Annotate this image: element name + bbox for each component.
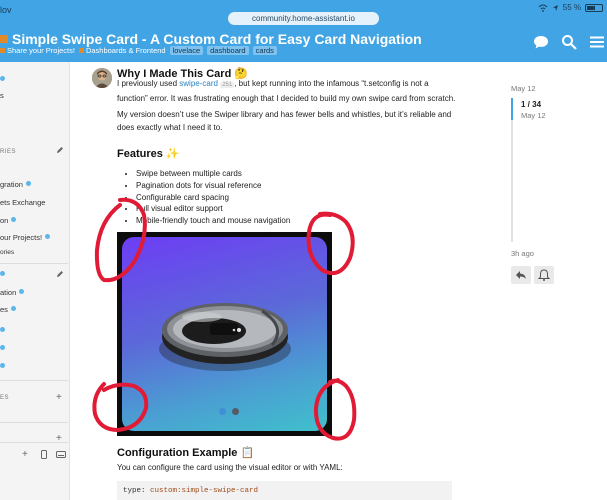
battery-icon	[585, 3, 603, 12]
author-avatar[interactable]	[92, 68, 112, 88]
timeline-handle[interactable]	[511, 98, 513, 120]
location-icon	[552, 4, 558, 11]
sidebar-tag-item[interactable]: es	[0, 305, 16, 314]
hamburger-menu-icon[interactable]	[589, 34, 605, 50]
yaml-code-block[interactable]: type: custom:simple-swipe-card	[117, 481, 452, 500]
breadcrumb: Share your Projects! Dashboards & Fronte…	[0, 46, 277, 55]
list-item: Configurable card spacing	[136, 192, 290, 204]
sidebar-tag-dot[interactable]	[0, 344, 5, 353]
tag-lovelace[interactable]: lovelace	[169, 46, 204, 55]
sidebar-tag-dot[interactable]	[0, 362, 5, 371]
sidebar-category-item[interactable]: our Projects!	[0, 233, 51, 242]
topic-title[interactable]: Simple Swipe Card - A Custom Card for Ea…	[0, 31, 422, 47]
add-messages-icon[interactable]: +	[56, 392, 62, 403]
battery-percent: 55 %	[562, 3, 581, 12]
tag-dashboard[interactable]: dashboard	[207, 46, 249, 55]
sidebar-add-icon[interactable]: +	[22, 449, 28, 460]
edit-tags-icon[interactable]	[56, 270, 64, 280]
chat-icon[interactable]	[533, 34, 549, 50]
pagination-dot-active[interactable]	[219, 408, 226, 415]
address-bar[interactable]: community.home-assistant.io	[228, 12, 379, 25]
keyboard-icon[interactable]	[56, 451, 66, 460]
configuration-text: You can configure the card using the vis…	[117, 463, 343, 472]
reply-icon	[516, 271, 526, 279]
status-indicators: 55 %	[538, 3, 603, 12]
sidebar-categories-heading[interactable]: RIES	[0, 149, 16, 155]
post-image[interactable]	[117, 232, 332, 436]
features-list: Swipe between multiple cards Pagination …	[128, 168, 290, 227]
timeline-start-date[interactable]: May 12	[511, 84, 536, 93]
sidebar-messages-heading[interactable]: ES	[0, 395, 9, 401]
list-item: Mobile-friendly touch and mouse navigati…	[136, 215, 290, 227]
breadcrumb-category[interactable]: Share your Projects!	[0, 46, 75, 55]
sidebar-category-item[interactable]: ories	[0, 249, 14, 256]
sidebar-divider	[0, 422, 68, 423]
breadcrumb-subcategory[interactable]: Dashboards & Frontend	[78, 46, 166, 55]
timeline-end-label[interactable]: 3h ago	[511, 249, 534, 258]
sidebar-category-item[interactable]: on	[0, 216, 17, 225]
sidebar-category-item[interactable]: gration	[0, 180, 31, 189]
top-bar: lov community.home-assistant.io 55 % Sim…	[0, 0, 607, 62]
sidebar: s RIES gration ets Exchange on our Proje…	[0, 62, 70, 500]
sidebar-divider	[0, 263, 68, 264]
robot-vacuum-image	[159, 303, 291, 371]
header-icons	[533, 34, 605, 50]
reply-button[interactable]	[511, 266, 531, 284]
mobile-device-icon[interactable]	[41, 450, 47, 461]
configuration-heading: Configuration Example 📋	[117, 447, 255, 459]
sidebar-divider	[0, 442, 68, 443]
tag-cards[interactable]: cards	[252, 46, 277, 55]
topic-title-text[interactable]: Simple Swipe Card - A Custom Card for Ea…	[12, 31, 422, 47]
list-item: Pagination dots for visual reference	[136, 180, 290, 192]
sidebar-tag-dot[interactable]	[0, 270, 5, 279]
post-paragraph-1: I previously used swipe-card 251, but ke…	[117, 79, 456, 103]
sidebar-tag-item[interactable]: ation	[0, 288, 25, 297]
timeline-position: 1 / 34	[521, 100, 542, 109]
features-heading: Features ✨	[117, 148, 180, 160]
notification-bell-button[interactable]	[534, 266, 554, 284]
sidebar-category-item[interactable]: ets Exchange	[0, 198, 45, 207]
list-item: Swipe between multiple cards	[136, 168, 290, 180]
bell-icon	[537, 269, 551, 281]
post-paragraph-2: My version doesn’t use the Swiper librar…	[117, 110, 452, 132]
sidebar-divider	[0, 380, 68, 381]
sidebar-top-item[interactable]: s	[0, 91, 4, 100]
edit-categories-icon[interactable]	[56, 146, 64, 156]
wifi-icon	[538, 4, 548, 12]
swipe-card-link[interactable]: swipe-card	[179, 79, 218, 88]
swipe-card-preview	[122, 237, 327, 431]
list-item: Full visual editor support	[136, 203, 290, 215]
sidebar-tag-dot[interactable]	[0, 326, 5, 335]
sidebar-dot-item[interactable]	[0, 75, 5, 84]
search-icon[interactable]	[561, 34, 577, 50]
status-time: lov	[0, 5, 12, 15]
link-click-count: 251	[220, 82, 235, 88]
timeline-current-date: May 12	[521, 111, 546, 120]
pagination-dot[interactable]	[232, 408, 239, 415]
category-color-square	[0, 35, 8, 43]
